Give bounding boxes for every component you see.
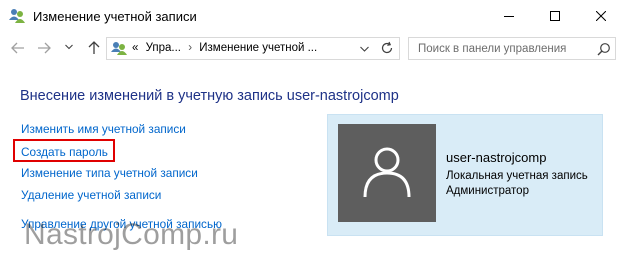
create-password-link[interactable]: Создать пароль: [21, 145, 108, 159]
user-name: user-nastrojcomp: [446, 150, 547, 165]
close-icon: [595, 8, 607, 26]
change-account-type-link[interactable]: Изменение типа учетной записи: [21, 166, 198, 180]
user-accounts-icon: [8, 8, 26, 24]
search-box[interactable]: [408, 37, 616, 60]
window-title: Изменение учетной записи: [33, 9, 197, 24]
account-role-label: Администратор: [446, 185, 529, 197]
title-bar: Изменение учетной записи: [0, 0, 624, 33]
back-arrow-icon[interactable]: [10, 40, 26, 56]
delete-account-link[interactable]: Удаление учетной записи: [21, 188, 161, 202]
close-button[interactable]: [578, 0, 624, 33]
address-dropdown-chevron-icon[interactable]: [358, 37, 370, 60]
user-card: user-nastrojcomp Локальная учетная запис…: [327, 114, 603, 236]
manage-other-account-link[interactable]: Управление другой учетной записью: [21, 217, 222, 231]
breadcrumb-item-control-panel[interactable]: Упра...: [146, 42, 181, 54]
minimize-button[interactable]: [486, 0, 532, 33]
rename-account-link[interactable]: Изменить имя учетной записи: [21, 122, 186, 136]
refresh-icon[interactable]: [380, 41, 394, 55]
forward-arrow-icon[interactable]: [36, 40, 52, 56]
user-avatar-icon: [359, 143, 415, 204]
account-type-label: Локальная учетная запись: [446, 170, 588, 182]
breadcrumb-item-current[interactable]: Изменение учетной ...: [199, 42, 317, 54]
search-icon[interactable]: [597, 42, 611, 56]
minimize-icon: [504, 8, 514, 26]
breadcrumb: « Упра... › Изменение учетной ...: [132, 42, 317, 54]
maximize-icon: [550, 8, 560, 26]
search-input[interactable]: [409, 38, 589, 59]
control-panel-icon: [111, 41, 128, 56]
page-heading: Внесение изменений в учетную запись user…: [20, 88, 399, 104]
navigation-bar: « Упра... › Изменение учетной ...: [0, 33, 624, 63]
maximize-button[interactable]: [532, 0, 578, 33]
address-bar[interactable]: « Упра... › Изменение учетной ...: [106, 37, 400, 60]
avatar: [338, 124, 436, 222]
breadcrumb-separator: ›: [188, 42, 193, 54]
breadcrumb-overflow[interactable]: «: [132, 42, 138, 54]
up-arrow-icon[interactable]: [86, 40, 102, 56]
recent-locations-chevron-icon[interactable]: [64, 42, 74, 52]
